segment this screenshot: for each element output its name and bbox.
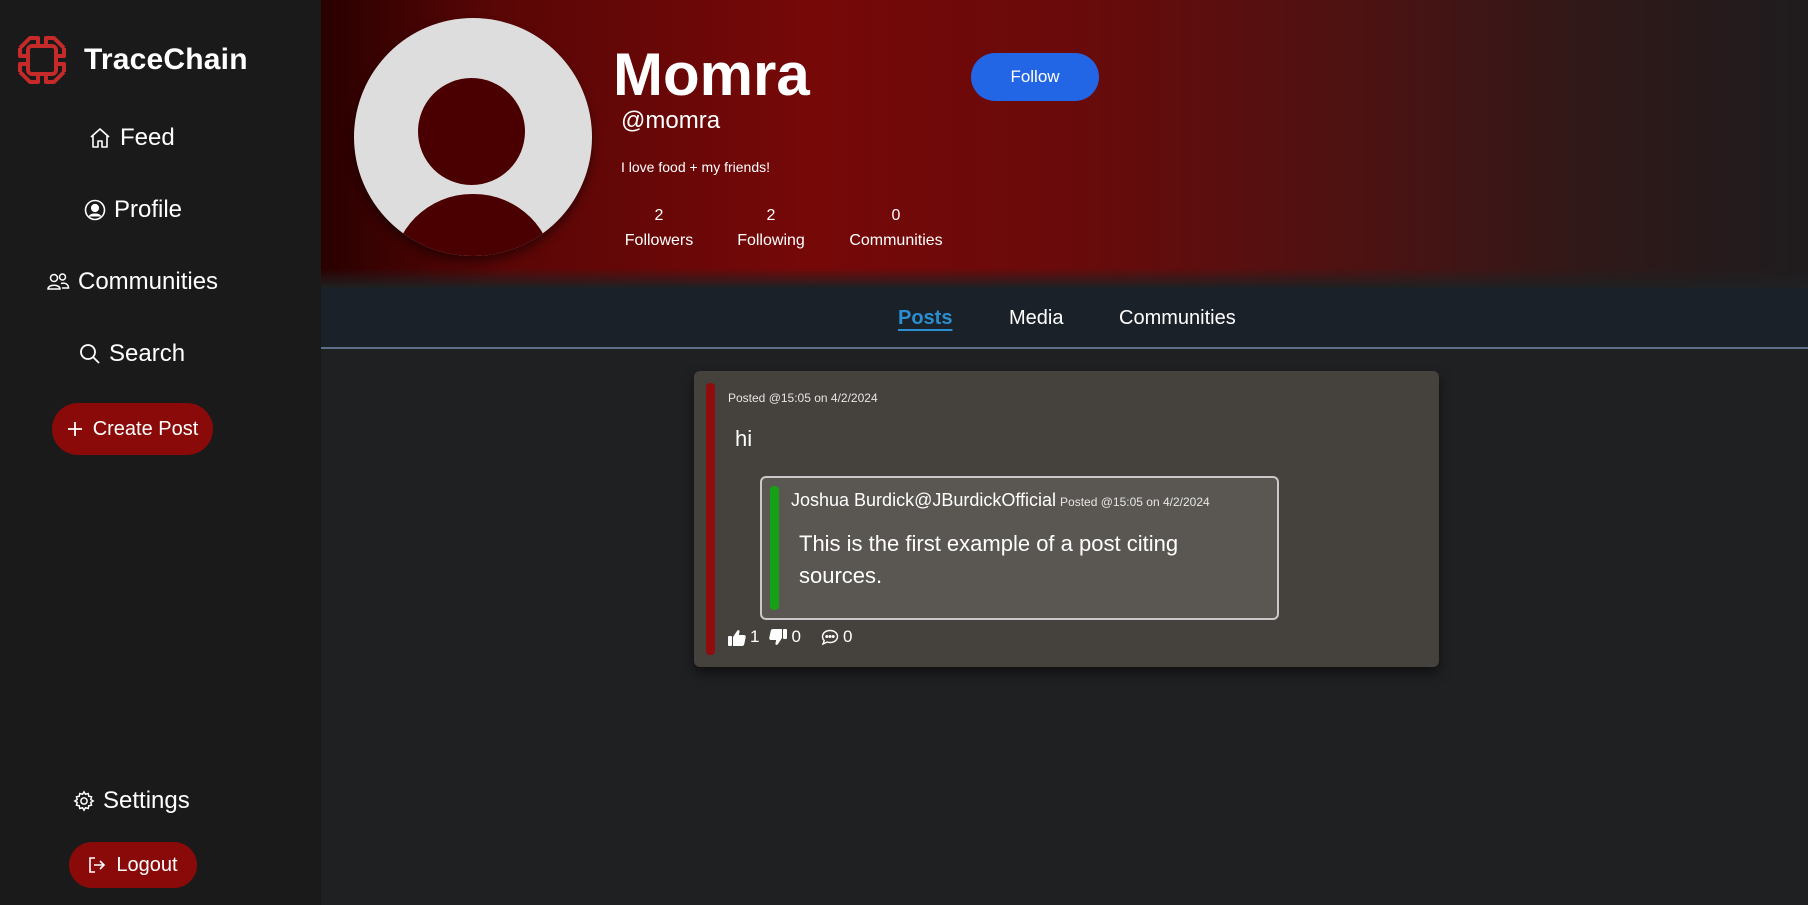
sidebar: TraceChain Feed Profile Communities Sear… — [0, 0, 321, 905]
plus-icon — [67, 422, 82, 436]
follow-button[interactable]: Follow — [971, 53, 1099, 101]
following-label: Following — [737, 232, 805, 249]
following-count: 2 — [766, 207, 776, 224]
quoted-post[interactable]: Joshua Burdick@JBurdickOfficial Posted @1… — [760, 476, 1279, 620]
post-actions: 1 0 0 — [728, 627, 852, 647]
followers-label: Followers — [624, 232, 694, 249]
tab-media[interactable]: Media — [1009, 307, 1063, 330]
tab-communities[interactable]: Communities — [1119, 307, 1236, 330]
people-icon — [47, 273, 70, 290]
nav-communities-label: Communities — [78, 268, 219, 295]
followers-count: 2 — [654, 207, 664, 224]
followers-stat[interactable]: 2 Followers — [622, 207, 696, 253]
like-count: 1 — [750, 627, 760, 646]
create-post-label: Create Post — [92, 417, 199, 440]
tab-posts[interactable]: Posts — [898, 307, 952, 330]
brand[interactable]: TraceChain — [16, 34, 248, 86]
avatar-head — [418, 78, 525, 185]
dislike-button[interactable]: 0 — [769, 627, 801, 647]
logout-label: Logout — [116, 853, 178, 876]
communities-label: Communities — [849, 232, 943, 249]
profile-bio: I love food + my friends! — [621, 159, 771, 175]
avatar-body — [392, 194, 554, 256]
nav-feed[interactable]: Feed — [88, 124, 175, 152]
logout-icon — [89, 857, 106, 873]
thumbs-down-icon — [769, 628, 788, 645]
communities-stat[interactable]: 0 Communities — [847, 207, 945, 253]
tracechain-logo-icon — [18, 36, 66, 84]
profile-tabs: Posts Media Communities — [321, 288, 1808, 349]
comment-icon — [821, 629, 839, 645]
quote-text: This is the first example of a post citi… — [799, 531, 1179, 588]
nav-search[interactable]: Search — [79, 340, 185, 368]
nav-feed-label: Feed — [120, 124, 175, 151]
quote-accent-bar — [770, 486, 779, 610]
nav-settings-label: Settings — [103, 787, 190, 814]
create-post-button[interactable]: Create Post — [52, 403, 213, 455]
following-stat[interactable]: 2 Following — [735, 207, 807, 253]
user-circle-icon — [84, 199, 106, 221]
brand-name: TraceChain — [84, 43, 248, 76]
thumbs-up-icon — [728, 629, 746, 646]
post-text: hi — [735, 426, 753, 451]
home-icon — [90, 128, 110, 148]
profile-handle: @momra — [621, 107, 721, 134]
post-card[interactable]: Posted @15:05 on 4/2/2024 hi Joshua Burd… — [694, 371, 1439, 667]
dislike-count: 0 — [791, 627, 801, 646]
comment-button[interactable]: 0 — [821, 627, 852, 647]
nav-settings[interactable]: Settings — [73, 787, 190, 815]
nav-communities[interactable]: Communities — [46, 268, 218, 296]
search-icon — [80, 344, 100, 364]
avatar — [354, 18, 592, 256]
communities-count: 0 — [891, 207, 901, 224]
quote-header: Joshua Burdick@JBurdickOfficial Posted @1… — [791, 490, 1210, 511]
post-accent-bar — [706, 383, 715, 655]
comment-count: 0 — [842, 627, 853, 646]
logout-button[interactable]: Logout — [69, 842, 197, 888]
post-meta: Posted @15:05 on 4/2/2024 — [728, 391, 878, 405]
gear-icon — [73, 790, 95, 812]
like-button[interactable]: 1 — [728, 627, 759, 647]
nav-profile-label: Profile — [114, 196, 183, 223]
display-name: Momra — [613, 41, 810, 108]
nav-profile[interactable]: Profile — [84, 196, 182, 224]
nav-search-label: Search — [109, 340, 186, 367]
quote-author[interactable]: Joshua Burdick@JBurdickOfficial — [791, 490, 1056, 510]
quote-meta: Posted @15:05 on 4/2/2024 — [1060, 495, 1210, 509]
